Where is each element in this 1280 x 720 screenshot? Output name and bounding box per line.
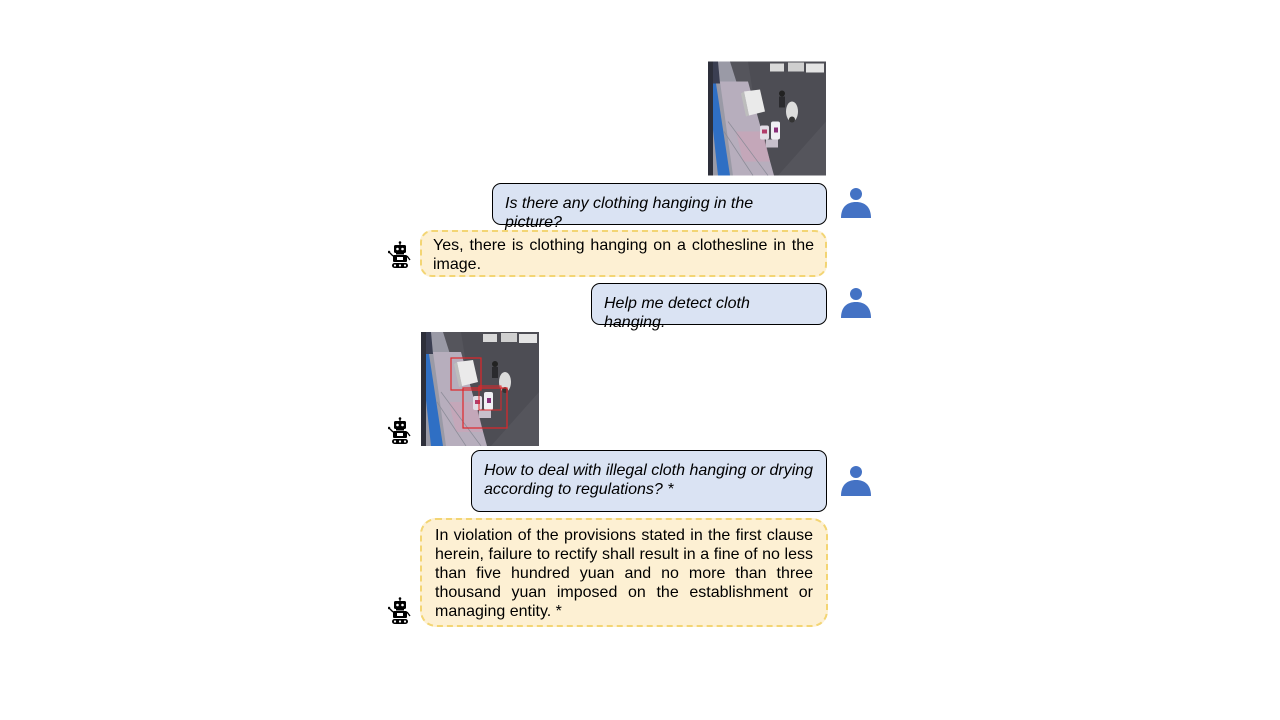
- robot-icon: [388, 241, 412, 269]
- bot-message-bubble: Yes, there is clothing hanging on a clot…: [420, 230, 827, 277]
- input-street-photo: [708, 61, 826, 176]
- bot-message-bubble: In violation of the provisions stated in…: [420, 518, 828, 627]
- user-message-bubble: How to deal with illegal cloth hanging o…: [471, 450, 827, 512]
- robot-icon: [388, 417, 412, 445]
- person-icon: [839, 287, 873, 319]
- bot-message-text: In violation of the provisions stated in…: [435, 527, 813, 620]
- robot-icon: [388, 597, 412, 625]
- user-message-text: Is there any clothing hanging in the pic…: [505, 195, 754, 231]
- user-message-bubble: Help me detect cloth hanging.: [591, 283, 827, 331]
- user-message-text: Help me detect cloth hanging.: [604, 295, 750, 331]
- user-message-text: How to deal with illegal cloth hanging o…: [484, 462, 814, 498]
- user-message-bubble: Is there any clothing hanging in the pic…: [492, 183, 827, 231]
- person-icon: [839, 465, 873, 497]
- detection-result-photo: [421, 332, 539, 446]
- bot-message-text: Yes, there is clothing hanging on a clot…: [433, 237, 814, 273]
- person-icon: [839, 187, 873, 219]
